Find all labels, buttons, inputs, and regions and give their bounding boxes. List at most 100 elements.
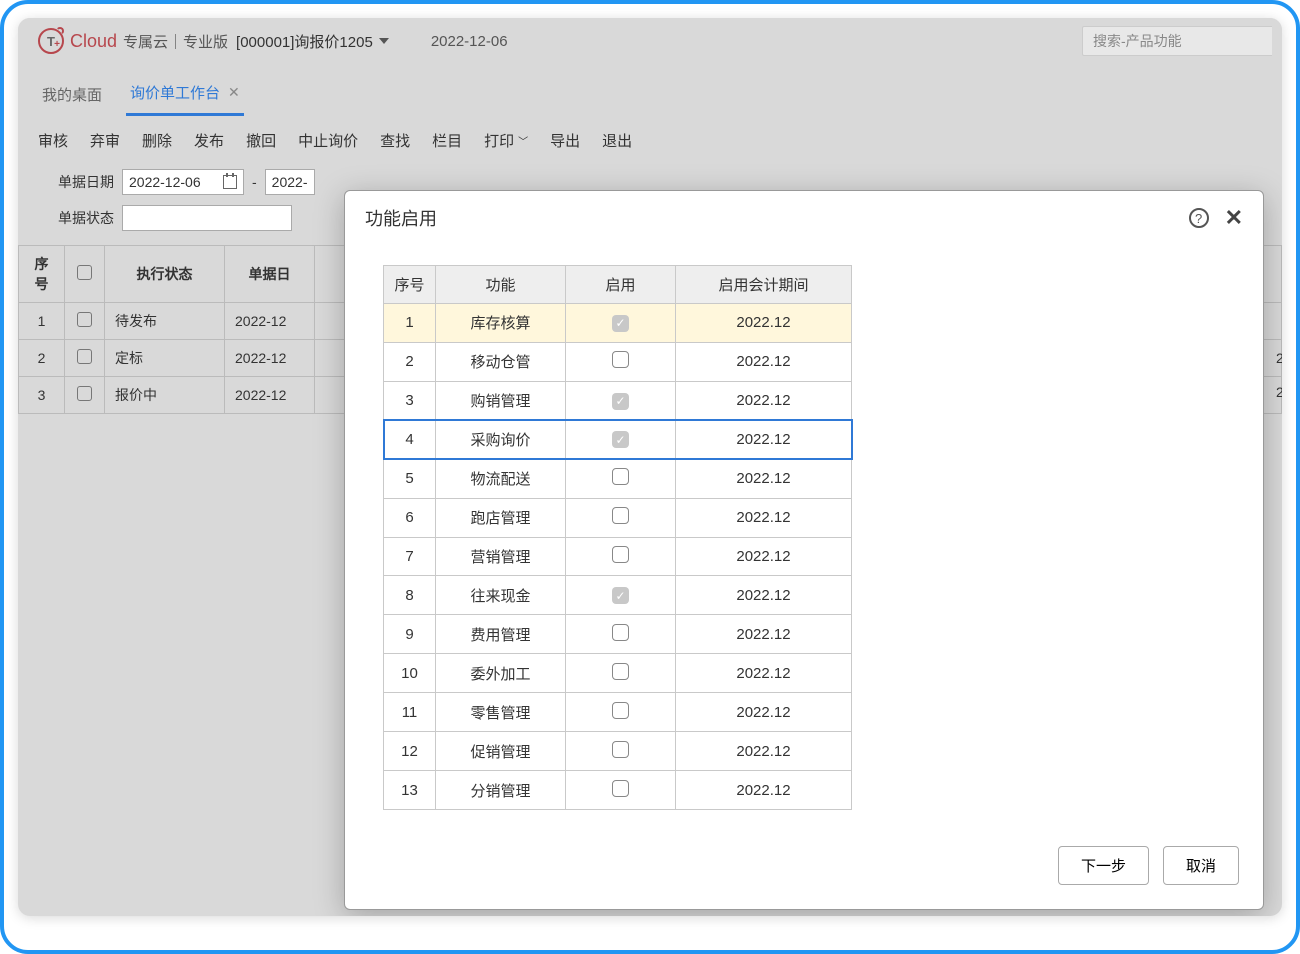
date-to-value: 2022- xyxy=(272,174,308,190)
feat-cell-period: 2022.12 xyxy=(676,654,852,693)
toolbar-print[interactable]: 打印﹀ xyxy=(484,130,528,151)
feature-row[interactable]: 13分销管理2022.12 xyxy=(384,771,852,810)
dialog-title: 功能启用 xyxy=(365,205,437,231)
cell-date: 2022-12 xyxy=(225,303,315,340)
checkbox-icon[interactable] xyxy=(612,702,629,719)
watermark-text xyxy=(298,18,302,33)
feat-cell-seq: 4 xyxy=(384,420,436,459)
checkbox-icon[interactable] xyxy=(612,780,629,797)
feature-row[interactable]: 9费用管理2022.12 xyxy=(384,615,852,654)
tab-inquiry-workbench[interactable]: 询价单工作台 ✕ xyxy=(126,76,244,116)
feat-cell-seq: 8 xyxy=(384,576,436,615)
feat-cell-enable[interactable] xyxy=(566,693,676,732)
calendar-icon xyxy=(223,175,237,189)
feat-cell-name: 促销管理 xyxy=(436,732,566,771)
toolbar-export[interactable]: 导出 xyxy=(550,130,580,151)
close-icon[interactable]: ✕ xyxy=(228,84,240,101)
toolbar-delete[interactable]: 删除 xyxy=(142,130,172,151)
cell-status: 定标 xyxy=(105,340,225,377)
feat-cell-enable[interactable] xyxy=(566,304,676,343)
toolbar-recall[interactable]: 撤回 xyxy=(246,130,276,151)
brand-logo[interactable]: Cloud xyxy=(38,28,117,54)
date-from-input[interactable]: 2022-12-06 xyxy=(122,169,244,195)
feature-row[interactable]: 11零售管理2022.12 xyxy=(384,693,852,732)
feat-cell-enable[interactable] xyxy=(566,420,676,459)
help-icon[interactable]: ? xyxy=(1189,208,1209,228)
feat-cell-seq: 1 xyxy=(384,304,436,343)
feature-row[interactable]: 4采购询价2022.12 xyxy=(384,420,852,459)
feature-row[interactable]: 5物流配送2022.12 xyxy=(384,459,852,498)
feat-cell-enable[interactable] xyxy=(566,654,676,693)
checkbox-icon[interactable] xyxy=(612,351,629,368)
toolbar-audit[interactable]: 审核 xyxy=(38,130,68,151)
feat-cell-seq: 6 xyxy=(384,498,436,537)
feature-row[interactable]: 7营销管理2022.12 xyxy=(384,537,852,576)
feat-cell-period: 2022.12 xyxy=(676,498,852,537)
checkbox-icon[interactable] xyxy=(612,431,629,448)
checkbox-icon[interactable] xyxy=(612,315,629,332)
next-button[interactable]: 下一步 xyxy=(1058,846,1149,885)
toolbar-exit[interactable]: 退出 xyxy=(602,130,632,151)
checkbox-icon[interactable] xyxy=(612,624,629,641)
cell-check[interactable] xyxy=(65,377,105,414)
feature-row[interactable]: 12促销管理2022.12 xyxy=(384,732,852,771)
checkbox-icon[interactable] xyxy=(77,349,92,364)
col-seq: 序号 xyxy=(19,246,65,303)
checkbox-icon[interactable] xyxy=(77,386,92,401)
header-date: 2022-12-06 xyxy=(431,33,508,50)
checkbox-icon[interactable] xyxy=(612,468,629,485)
checkbox-icon[interactable] xyxy=(612,741,629,758)
toolbar-find[interactable]: 查找 xyxy=(380,130,410,151)
tab-label: 我的桌面 xyxy=(42,84,102,105)
checkbox-icon[interactable] xyxy=(612,507,629,524)
filter-date-label: 单据日期 xyxy=(58,172,114,192)
feature-row[interactable]: 3购销管理2022.12 xyxy=(384,381,852,420)
feat-cell-enable[interactable] xyxy=(566,771,676,810)
toolbar-unaudit[interactable]: 弃审 xyxy=(90,130,120,151)
feat-cell-enable[interactable] xyxy=(566,732,676,771)
toolbar-stop[interactable]: 中止询价 xyxy=(298,130,358,151)
cell-date: 2022-12 xyxy=(225,377,315,414)
checkbox-icon[interactable] xyxy=(612,546,629,563)
feat-cell-enable[interactable] xyxy=(566,537,676,576)
feat-cell-period: 2022.12 xyxy=(676,459,852,498)
feat-cell-name: 零售管理 xyxy=(436,693,566,732)
feat-cell-name: 营销管理 xyxy=(436,537,566,576)
checkbox-icon[interactable] xyxy=(612,393,629,410)
search-placeholder: 搜索-产品功能 xyxy=(1093,31,1182,51)
toolbar-publish[interactable]: 发布 xyxy=(194,130,224,151)
feat-cell-enable[interactable] xyxy=(566,381,676,420)
feat-cell-enable[interactable] xyxy=(566,576,676,615)
close-icon[interactable]: ✕ xyxy=(1225,205,1243,231)
cancel-button[interactable]: 取消 xyxy=(1163,846,1239,885)
feat-cell-seq: 10 xyxy=(384,654,436,693)
col-check[interactable] xyxy=(65,246,105,303)
col-status: 执行状态 xyxy=(105,246,225,303)
date-to-input[interactable]: 2022- xyxy=(265,169,315,195)
checkbox-icon[interactable] xyxy=(612,587,629,604)
brand-text: Cloud xyxy=(70,31,117,52)
feature-row[interactable]: 6跑店管理2022.12 xyxy=(384,498,852,537)
feat-cell-enable[interactable] xyxy=(566,342,676,381)
feat-cell-seq: 7 xyxy=(384,537,436,576)
feat-cell-enable[interactable] xyxy=(566,615,676,654)
doc-dropdown[interactable]: [000001]询报价1205 xyxy=(236,31,389,52)
toolbar-columns[interactable]: 栏目 xyxy=(432,130,462,151)
cell-check[interactable] xyxy=(65,303,105,340)
feature-row[interactable]: 8往来现金2022.12 xyxy=(384,576,852,615)
feat-cell-enable[interactable] xyxy=(566,459,676,498)
checkbox-icon[interactable] xyxy=(77,312,92,327)
feat-cell-enable[interactable] xyxy=(566,498,676,537)
checkbox-icon[interactable] xyxy=(77,265,92,280)
feature-row[interactable]: 2移动仓管2022.12 xyxy=(384,342,852,381)
checkbox-icon[interactable] xyxy=(612,663,629,680)
search-input[interactable]: 搜索-产品功能 xyxy=(1082,26,1272,56)
feat-cell-seq: 12 xyxy=(384,732,436,771)
feat-cell-seq: 9 xyxy=(384,615,436,654)
feature-row[interactable]: 1库存核算2022.12 xyxy=(384,304,852,343)
cell-check[interactable] xyxy=(65,340,105,377)
tab-desktop[interactable]: 我的桌面 xyxy=(38,78,106,115)
app-header: Cloud 专属云｜专业版 [000001]询报价1205 2022-12-06… xyxy=(18,18,1282,64)
feature-row[interactable]: 10委外加工2022.12 xyxy=(384,654,852,693)
status-input[interactable] xyxy=(122,205,292,231)
